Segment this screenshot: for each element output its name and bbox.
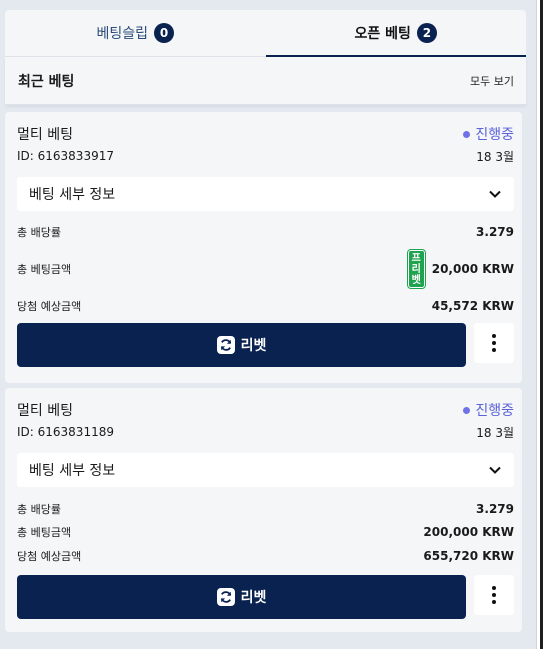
chevron-down-icon bbox=[489, 190, 501, 198]
betslip-count-badge: 0 bbox=[154, 23, 175, 43]
rebet-label: 리벳 bbox=[240, 338, 267, 354]
expected-payout-label: 당첨 예상금액 bbox=[17, 550, 82, 563]
rebet-button[interactable]: 리벳 bbox=[17, 323, 466, 367]
tab-betslip-label: 베팅슬립 bbox=[96, 26, 149, 42]
free-bet-badge: 프 리 벳 bbox=[407, 250, 425, 288]
expected-payout-value: 655,720 KRW bbox=[423, 549, 514, 563]
total-stake-row: 총 베팅금액 200,000 KRW bbox=[17, 520, 514, 544]
tab-open-bets[interactable]: 오픈 베팅 2 bbox=[265, 10, 527, 57]
status-dot-icon bbox=[463, 406, 471, 414]
refresh-icon bbox=[216, 588, 235, 606]
status-badge: 진행중 bbox=[463, 124, 514, 144]
status-dot-icon bbox=[463, 130, 471, 138]
more-options-button[interactable] bbox=[474, 323, 514, 363]
bet-date: 18 3월 bbox=[476, 425, 514, 440]
total-stake-label: 총 베팅금액 bbox=[17, 263, 72, 276]
total-odds-label: 총 배당률 bbox=[17, 503, 61, 516]
total-stake-value: 20,000 KRW bbox=[431, 262, 514, 276]
bet-details-dropdown[interactable]: 베팅 세부 정보 bbox=[17, 453, 514, 487]
bet-date: 18 3월 bbox=[476, 149, 514, 164]
bet-type: 멀티 베팅 bbox=[17, 403, 73, 419]
bet-details-dropdown[interactable]: 베팅 세부 정보 bbox=[17, 177, 514, 211]
total-stake-row: 총 베팅금액 프 리 벳 20,000 KRW bbox=[17, 243, 514, 295]
total-stake-label: 총 베팅금액 bbox=[17, 526, 72, 539]
bet-details-label: 베팅 세부 정보 bbox=[29, 187, 116, 203]
expected-payout-label: 당첨 예상금액 bbox=[17, 300, 82, 313]
bet-card: 멀티 베팅 진행중 ID: 6163833917 18 3월 베팅 세부 정보 … bbox=[5, 112, 522, 383]
tab-betslip[interactable]: 베팅슬립 0 bbox=[5, 10, 266, 56]
recent-bets-title: 최근 베팅 bbox=[18, 73, 75, 90]
bet-details-label: 베팅 세부 정보 bbox=[29, 463, 116, 479]
total-odds-row: 총 배당률 3.279 bbox=[17, 221, 514, 243]
recent-bets-header: 최근 베팅 모두 보기 bbox=[5, 57, 526, 105]
tab-open-bets-label: 오픈 베팅 bbox=[354, 26, 411, 42]
chevron-down-icon bbox=[489, 466, 501, 474]
total-odds-row: 총 배당률 3.279 bbox=[17, 498, 514, 520]
bet-id: ID: 6163831189 bbox=[17, 425, 114, 439]
bet-type: 멀티 베팅 bbox=[17, 127, 73, 143]
expected-payout-row: 당첨 예상금액 45,572 KRW bbox=[17, 295, 514, 317]
betslip-panel: 베팅슬립 0 오픈 베팅 2 최근 베팅 모두 보기 bbox=[5, 10, 526, 105]
total-odds-value: 3.279 bbox=[476, 502, 514, 516]
scrollbar[interactable] bbox=[536, 0, 548, 649]
more-options-button[interactable] bbox=[474, 575, 514, 615]
more-vertical-icon bbox=[492, 586, 496, 590]
bet-id: ID: 6163833917 bbox=[17, 149, 114, 163]
open-bets-count-badge: 2 bbox=[416, 23, 437, 43]
view-all-link[interactable]: 모두 보기 bbox=[470, 73, 514, 89]
rebet-label: 리벳 bbox=[240, 590, 267, 606]
more-vertical-icon bbox=[492, 334, 496, 338]
expected-payout-row: 당첨 예상금액 655,720 KRW bbox=[17, 544, 514, 568]
tab-bar: 베팅슬립 0 오픈 베팅 2 bbox=[5, 10, 526, 57]
status-text: 진행중 bbox=[475, 127, 514, 143]
refresh-icon bbox=[216, 336, 235, 354]
bet-card: 멀티 베팅 진행중 ID: 6163831189 18 3월 베팅 세부 정보 … bbox=[5, 388, 522, 632]
status-text: 진행중 bbox=[475, 403, 514, 419]
expected-payout-value: 45,572 KRW bbox=[431, 299, 514, 313]
total-stake-value: 200,000 KRW bbox=[423, 525, 514, 539]
total-odds-value: 3.279 bbox=[476, 225, 514, 239]
rebet-button[interactable]: 리벳 bbox=[17, 575, 466, 619]
status-badge: 진행중 bbox=[463, 400, 514, 420]
total-odds-label: 총 배당률 bbox=[17, 226, 61, 239]
